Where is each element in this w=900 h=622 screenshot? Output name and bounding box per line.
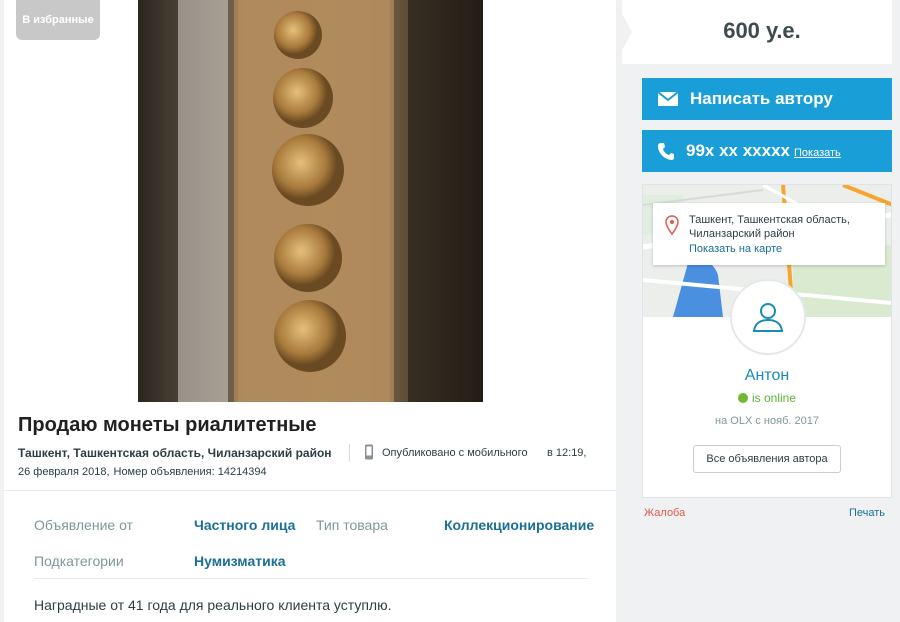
param-label-item-type: Тип товара bbox=[316, 517, 388, 533]
show-phone-link[interactable]: Показать bbox=[794, 147, 841, 159]
seller-card: Ташкент, Ташкентская область, Чиланзарск… bbox=[642, 184, 892, 498]
seller-name[interactable]: Антон bbox=[643, 367, 891, 385]
phone-number: 99x xx xxxxx bbox=[686, 141, 790, 160]
published-from-mobile: Опубликовано с мобильного bbox=[382, 447, 528, 459]
ad-number: Номер объявления: 14214394 bbox=[113, 466, 267, 478]
ad-title: Продаю монеты риалитетные bbox=[18, 414, 317, 436]
divider bbox=[4, 490, 616, 491]
published-date: 26 февраля 2018, bbox=[18, 466, 110, 478]
ad-card: В избранные Продаю монеты риалитетные Та… bbox=[4, 0, 616, 622]
ad-location: Ташкент, Ташкентская область, Чиланзарск… bbox=[18, 446, 332, 460]
complaint-link[interactable]: Жалоба bbox=[644, 507, 685, 519]
online-status: is online bbox=[643, 391, 891, 405]
member-since: на OLX с нояб. 2017 bbox=[715, 415, 819, 427]
show-phone-button[interactable]: 99x xx xxxxx Показать bbox=[642, 130, 892, 172]
location-pin-icon bbox=[665, 215, 679, 235]
mobile-phone-icon bbox=[365, 444, 373, 460]
show-on-map-link[interactable]: Показать на карте bbox=[689, 243, 782, 255]
ad-photo[interactable] bbox=[138, 0, 483, 402]
param-value-subcategory[interactable]: Нумизматика bbox=[194, 553, 286, 569]
phone-icon bbox=[658, 143, 674, 160]
param-label-seller-type: Объявление от bbox=[34, 517, 133, 533]
map-address-popup: Ташкент, Ташкентская область, Чиланзарск… bbox=[653, 203, 885, 265]
print-link[interactable]: Печать bbox=[849, 507, 885, 519]
published-time: в 12:19, bbox=[547, 447, 587, 459]
divider bbox=[34, 578, 588, 579]
photo-gallery bbox=[4, 0, 616, 402]
message-author-button[interactable]: Написать автору bbox=[642, 78, 892, 120]
ad-description: Наградные от 41 года для реального клиен… bbox=[34, 597, 392, 613]
param-value-seller-type[interactable]: Частного лица bbox=[194, 517, 295, 533]
param-value-item-type[interactable]: Коллекционирование bbox=[444, 517, 594, 533]
online-dot-icon bbox=[737, 393, 748, 403]
ad-meta: 26 февраля 2018, Номер объявления: 142143… bbox=[18, 466, 271, 478]
user-icon bbox=[752, 303, 784, 332]
online-status-label: is online bbox=[751, 391, 797, 405]
price: 600 у.е. bbox=[723, 18, 801, 43]
param-label-subcategory: Подкатегории bbox=[34, 553, 124, 569]
all-author-ads-button[interactable]: Все объявления автора bbox=[693, 445, 841, 473]
envelope-icon bbox=[658, 92, 678, 106]
map-address: Ташкент, Ташкентская область, Чиланзарск… bbox=[689, 214, 850, 240]
avatar[interactable] bbox=[730, 279, 806, 355]
message-author-label: Написать автору bbox=[690, 89, 833, 108]
add-to-favorites-button[interactable]: В избранные bbox=[16, 0, 100, 40]
separator bbox=[349, 444, 350, 462]
